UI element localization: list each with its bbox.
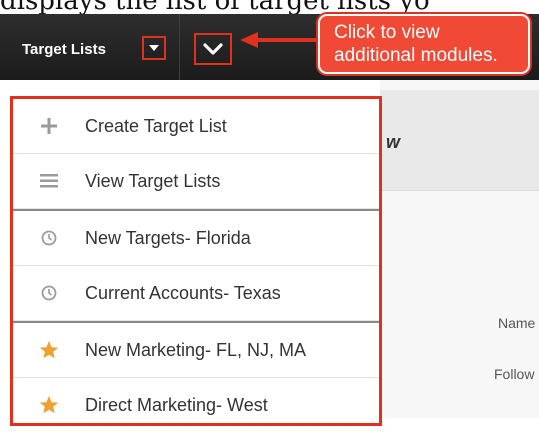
menu-item-recent-current-accounts-texas[interactable]: Current Accounts- Texas [13,266,379,321]
menu-item-favorite-new-marketing[interactable]: New Marketing- FL, NJ, MA [13,323,379,378]
menu-item-recent-new-targets-florida[interactable]: New Targets- Florida [13,211,379,266]
clock-icon [37,281,61,305]
navbar-divider [179,14,180,80]
menu-item-create-target-list[interactable]: Create Target List [13,99,379,154]
clock-icon [37,226,61,250]
module-tab-label: Target Lists [22,40,106,58]
callout-line-1: Click to view [334,22,440,43]
more-modules-button[interactable] [194,33,232,65]
background-name-label: Name [498,315,536,331]
background-follow-label: Follow [494,366,535,382]
plus-icon [37,114,61,138]
callout-line-2: additional modules. [334,45,498,66]
menu-item-label: New Targets- Florida [85,227,251,248]
menu-item-label: Direct Marketing- West [85,394,268,415]
callout-tooltip: Click to view additional modules. [318,14,530,74]
callout-arrow-icon [240,32,318,48]
menu-item-view-target-lists[interactable]: View Target Lists [13,154,379,209]
menu-item-favorite-direct-marketing[interactable]: Direct Marketing- West [13,378,379,432]
module-tab-target-lists[interactable]: Target Lists [22,36,106,62]
chevron-down-icon [203,43,223,55]
star-icon [37,338,61,362]
menu-item-label: New Marketing- FL, NJ, MA [85,339,307,360]
page-caption-text: displays the list of target lists yo [0,0,539,14]
background-heading-fragment: w [386,132,401,152]
menu-item-label: View Target Lists [85,170,221,191]
module-dropdown-menu: Create Target List View Target Lists New… [10,96,382,426]
star-icon [37,393,61,417]
background-record-header [380,90,539,191]
module-menu-toggle[interactable] [142,36,166,60]
menu-item-label: Create Target List [85,115,227,136]
caret-down-icon [149,45,159,51]
menu-item-label: Current Accounts- Texas [85,282,281,303]
list-icon [37,169,61,193]
